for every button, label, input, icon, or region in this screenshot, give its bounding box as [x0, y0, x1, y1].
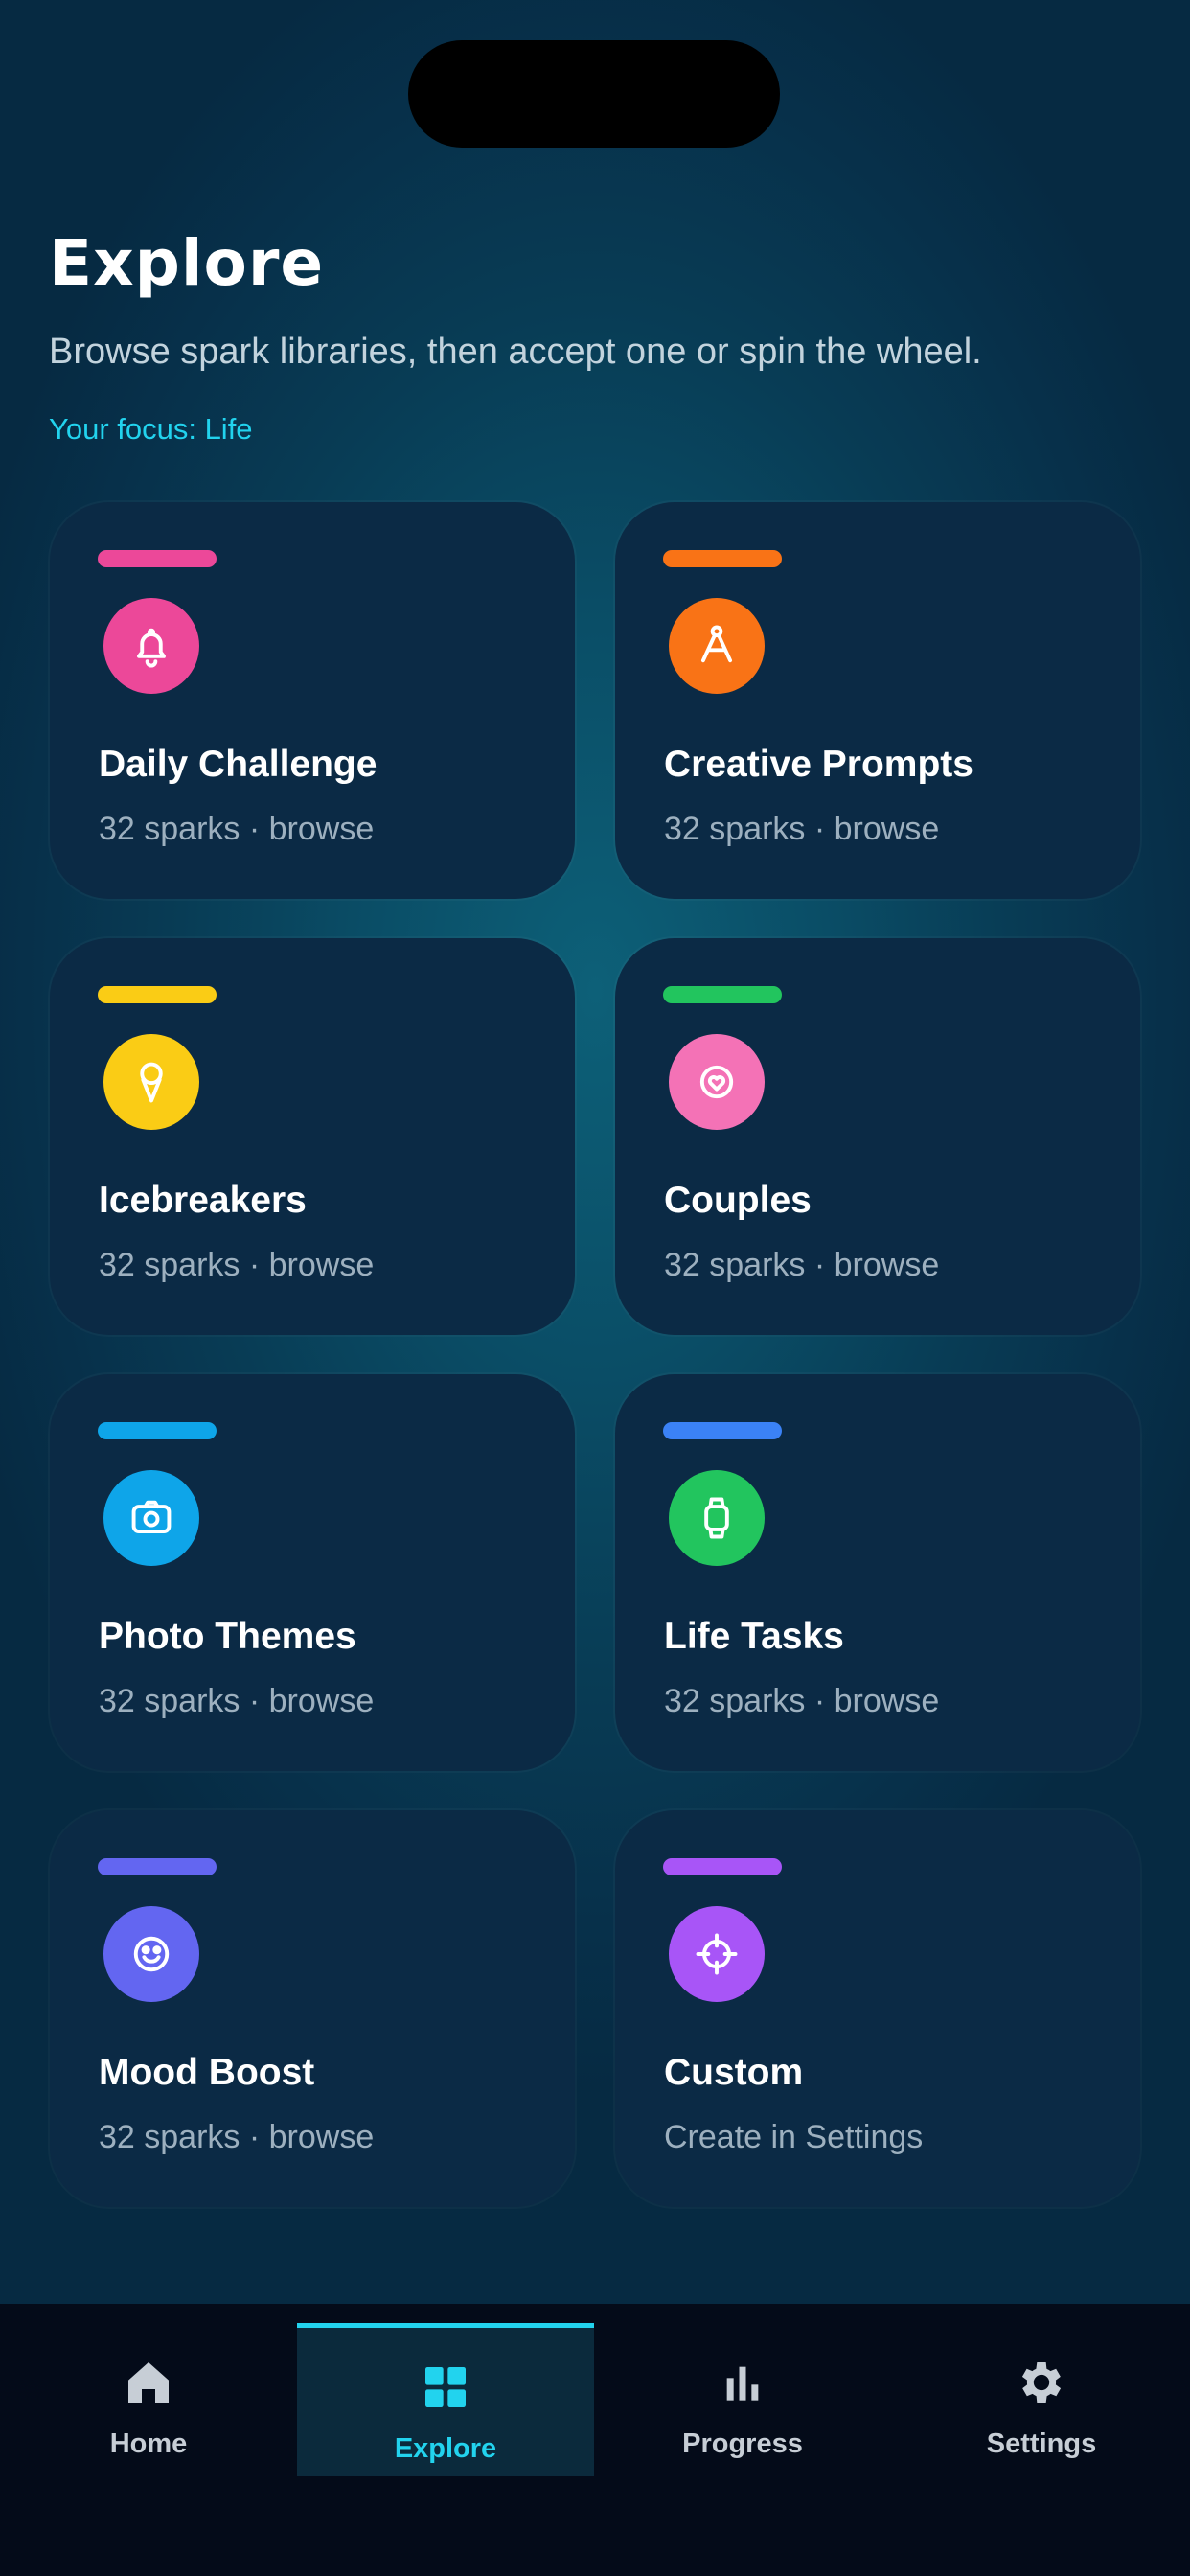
card-title: Photo Themes: [99, 1616, 356, 1657]
bar-chart-icon: [726, 2366, 759, 2401]
tab-label: Progress: [682, 2428, 803, 2459]
card-custom[interactable]: Custom Create in Settings: [615, 1810, 1140, 2207]
card-meta: 32 sparks · browse: [99, 1683, 375, 1719]
card-meta: 32 sparks · browse: [664, 811, 940, 847]
card-title: Couples: [664, 1180, 812, 1221]
tab-bar: Home Explore Progress Settings: [0, 2304, 1190, 2576]
card-accent-bar: [98, 986, 217, 1003]
card-meta: 32 sparks · browse: [99, 811, 375, 847]
heart-icon: [669, 1034, 765, 1130]
page-subtitle: Browse spark libraries, then accept one …: [49, 332, 982, 372]
compass-icon: [669, 598, 765, 694]
card-meta: 32 sparks · browse: [99, 2119, 375, 2155]
bell-icon: [103, 598, 199, 694]
tab-label: Explore: [394, 2433, 497, 2464]
camera-icon: [103, 1470, 199, 1566]
tab-label: Home: [109, 2428, 188, 2459]
card-title: Life Tasks: [664, 1616, 844, 1657]
card-title: Mood Boost: [99, 2052, 315, 2093]
card-title: Creative Prompts: [664, 744, 973, 785]
card-mood-boost[interactable]: Mood Boost 32 sparks · browse: [50, 1810, 575, 2207]
card-daily-challenge[interactable]: Daily Challenge 32 sparks · browse: [50, 502, 575, 899]
card-meta: 32 sparks · browse: [664, 1247, 940, 1283]
tab-progress[interactable]: Progress: [594, 2323, 891, 2476]
focus-label: Your focus: Life: [49, 412, 253, 446]
card-accent-bar: [98, 1422, 217, 1439]
card-title: Custom: [664, 2052, 804, 2093]
card-meta: 32 sparks · browse: [99, 1247, 375, 1283]
tab-home[interactable]: Home: [0, 2323, 297, 2476]
card-title: Daily Challenge: [99, 744, 378, 785]
crosshair-icon: [669, 1906, 765, 2002]
card-photo-themes[interactable]: Photo Themes 32 sparks · browse: [50, 1374, 575, 1771]
card-meta: Create in Settings: [664, 2119, 924, 2155]
card-meta: 32 sparks · browse: [664, 1683, 940, 1719]
tab-label: Settings: [986, 2428, 1097, 2459]
page-title: Explore: [49, 226, 325, 300]
home-icon: [128, 2362, 169, 2403]
gear-icon: [1021, 2362, 1062, 2403]
card-accent-bar: [663, 1422, 782, 1439]
card-accent-bar: [663, 550, 782, 567]
ice-cream-icon: [103, 1034, 199, 1130]
dynamic-island: [408, 40, 780, 148]
card-accent-bar: [663, 986, 782, 1003]
card-accent-bar: [663, 1858, 782, 1875]
tab-settings[interactable]: Settings: [893, 2323, 1190, 2476]
card-accent-bar: [98, 1858, 217, 1875]
smile-icon: [103, 1906, 199, 2002]
card-accent-bar: [98, 550, 217, 567]
card-couples[interactable]: Couples 32 sparks · browse: [615, 938, 1140, 1335]
watch-icon: [669, 1470, 765, 1566]
card-title: Icebreakers: [99, 1180, 307, 1221]
card-creative-prompts[interactable]: Creative Prompts 32 sparks · browse: [615, 502, 1140, 899]
tab-explore[interactable]: Explore: [297, 2323, 594, 2476]
card-icebreakers[interactable]: Icebreakers 32 sparks · browse: [50, 938, 575, 1335]
grid-icon: [425, 2367, 466, 2407]
card-life-tasks[interactable]: Life Tasks 32 sparks · browse: [615, 1374, 1140, 1771]
